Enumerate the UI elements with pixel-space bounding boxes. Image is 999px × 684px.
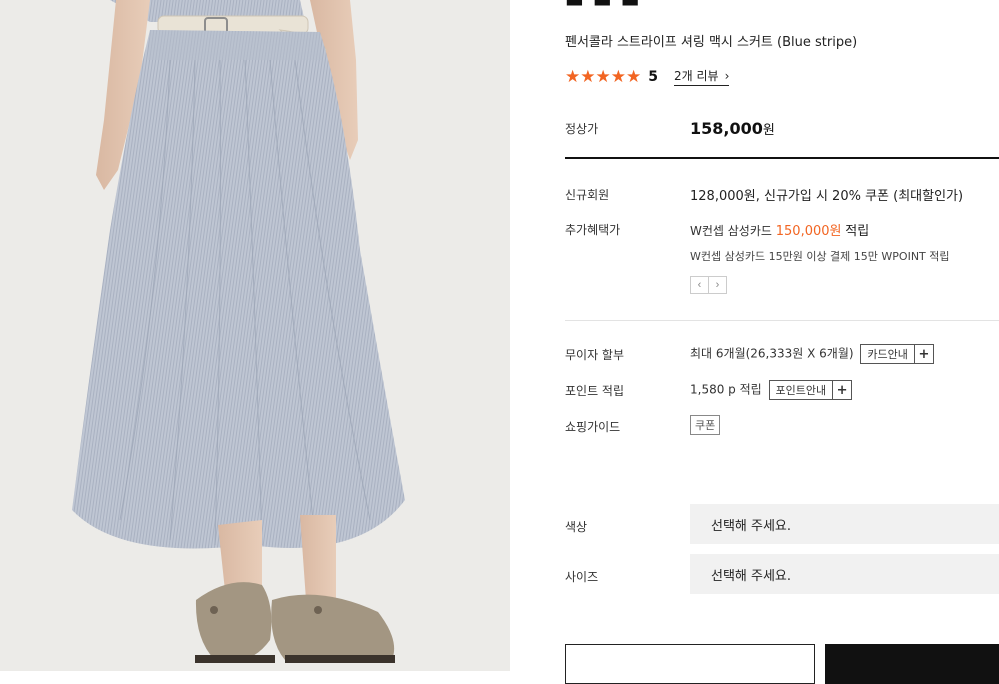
price-value: 158,000원	[690, 119, 775, 138]
card-guide-button[interactable]: 카드안내 +	[860, 344, 934, 364]
color-label: 색상	[565, 520, 588, 534]
product-info-panel: ▬ ▬ ▬ 펜서콜라 스트라이프 셔링 맥시 스커트 (Blue stripe)…	[565, 0, 999, 684]
installment-text: 최대 6개월(26,333원 X 6개월)	[690, 346, 854, 361]
buy-now-button[interactable]	[825, 644, 999, 684]
benefit-pager: ‹ ›	[690, 276, 727, 294]
installment-row: 최대 6개월(26,333원 X 6개월) 카드안내 +	[690, 344, 934, 364]
price-amount: 158,000	[690, 119, 763, 138]
pager-prev-button[interactable]: ‹	[690, 276, 709, 294]
point-guide-button[interactable]: 포인트안내 +	[768, 380, 853, 400]
color-select[interactable]: 선택해 주세요.	[690, 504, 999, 544]
price-unit: 원	[762, 123, 775, 138]
section-divider	[565, 320, 999, 321]
product-image	[0, 0, 510, 671]
extra-benefit-label: 추가혜택가	[565, 223, 621, 237]
cart-button[interactable]	[565, 644, 815, 684]
review-link[interactable]: 2개 리뷰 ›	[674, 67, 730, 86]
points-row: 1,580 p 적립 포인트안내 +	[690, 380, 853, 400]
review-link-label: 2개 리뷰	[674, 69, 719, 83]
extra-benefit-suffix: 적립	[845, 224, 870, 239]
card-guide-label: 카드안내	[867, 348, 908, 361]
rating-score: 5	[648, 68, 658, 85]
size-label: 사이즈	[565, 570, 599, 584]
star-icon: ★	[565, 66, 581, 87]
size-select[interactable]: 선택해 주세요.	[690, 554, 999, 594]
rating-stars: ★ ★ ★ ★ ★	[565, 68, 641, 86]
extra-benefit-card: W컨셉 삼성카드	[690, 224, 772, 238]
extra-benefit-line: W컨셉 삼성카드 150,000원 적립	[690, 220, 869, 239]
price-divider	[565, 157, 999, 159]
coupon-tag[interactable]: 쿠폰	[690, 415, 721, 435]
product-photo	[0, 0, 510, 671]
new-member-text: 128,000원, 신규가입 시 20% 쿠폰 (최대할인가)	[690, 189, 964, 204]
pager-next-button[interactable]: ›	[708, 276, 727, 294]
points-text: 1,580 p 적립	[690, 382, 762, 397]
points-label: 포인트 적립	[565, 384, 625, 398]
star-icon: ★	[626, 66, 642, 87]
star-icon: ★	[580, 66, 596, 87]
plus-icon: +	[832, 381, 851, 399]
shopping-guide-label: 쇼핑가이드	[565, 420, 621, 434]
plus-icon: +	[913, 345, 933, 363]
extra-benefit-note: W컨셉 삼성카드 15만원 이상 결제 15만 WPOINT 적립	[690, 250, 950, 263]
star-icon: ★	[610, 66, 626, 87]
new-member-label: 신규회원	[565, 188, 610, 202]
product-name: 펜서콜라 스트라이프 셔링 맥시 스커트 (Blue stripe)	[565, 35, 858, 50]
star-icon: ★	[595, 66, 611, 87]
extra-benefit-amount: 150,000원	[775, 224, 842, 239]
brand-name-cropped: ▬ ▬ ▬	[565, 0, 641, 12]
chevron-right-icon: ›	[724, 68, 730, 83]
price-label: 정상가	[565, 122, 599, 136]
shopping-guide-row: 쿠폰	[690, 415, 721, 435]
rating-row: ★ ★ ★ ★ ★ 5 2개 리뷰 ›	[565, 67, 730, 86]
installment-label: 무이자 할부	[565, 348, 625, 362]
point-guide-label: 포인트안내	[775, 384, 827, 397]
